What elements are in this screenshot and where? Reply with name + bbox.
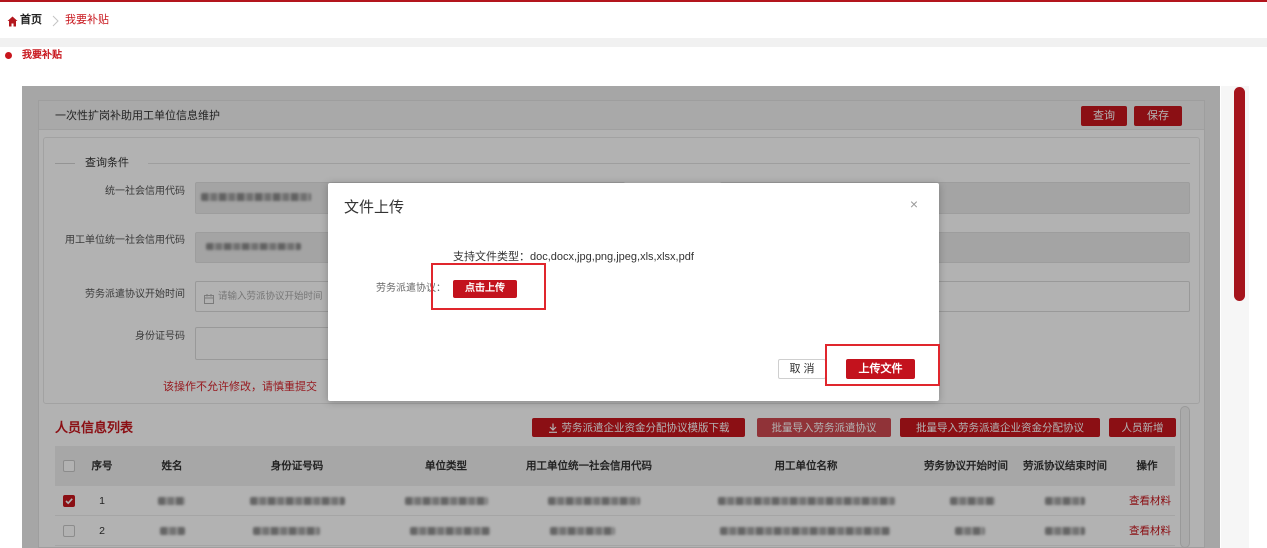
section-heading: 我要补贴: [22, 50, 62, 61]
top-accent-bar: [0, 0, 1267, 2]
cancel-button[interactable]: 取 消: [778, 359, 826, 379]
home-icon[interactable]: [7, 14, 18, 27]
page-scrollbar-thumb[interactable]: [1234, 87, 1245, 301]
dialog-title: 文件上传: [344, 199, 405, 216]
supported-file-types: 支持文件类型：doc,docx,jpg,png,jpeg,xls,xlsx,pd…: [453, 251, 694, 263]
breadcrumb-current[interactable]: 我要补贴: [65, 13, 109, 27]
chevron-right-icon: [51, 14, 60, 27]
upload-file-button[interactable]: 上传文件: [846, 359, 915, 379]
header-divider: [0, 38, 1267, 47]
breadcrumb-home-link[interactable]: 首页: [20, 13, 42, 27]
upload-field-label: 劳务派遣协议：: [376, 283, 446, 294]
bullet-dot-icon: [5, 52, 12, 59]
file-upload-dialog: 文件上传 × 支持文件类型：doc,docx,jpg,png,jpeg,xls,…: [328, 183, 940, 401]
close-icon[interactable]: ×: [907, 196, 921, 212]
click-upload-button[interactable]: 点击上传: [453, 280, 517, 298]
